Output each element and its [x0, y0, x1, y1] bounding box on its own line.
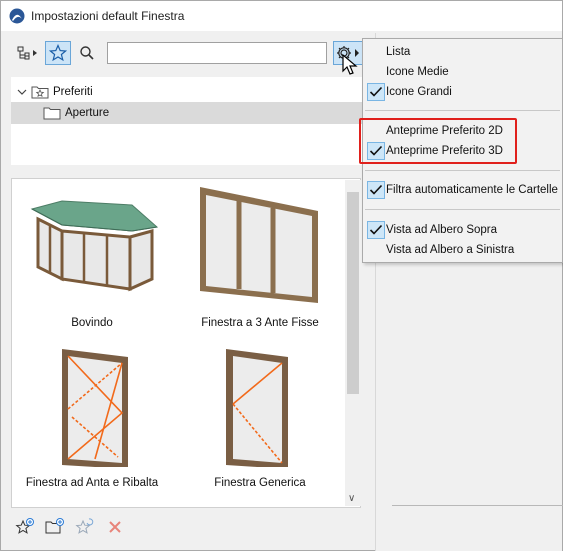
tree-view-button[interactable]	[13, 41, 43, 65]
triple-fixed-window-thumbnail	[200, 187, 318, 303]
favorite-item-label: Finestra a 3 Ante Fisse	[201, 317, 319, 329]
window-title: Impostazioni default Finestra	[31, 9, 185, 23]
menu-item-albero-sopra[interactable]: Vista ad Albero Sopra	[363, 220, 562, 240]
highlight-annotation	[359, 118, 517, 164]
checkmark-icon	[367, 83, 385, 101]
tree-item-aperture[interactable]: Aperture	[11, 102, 363, 124]
menu-item-icone-medie[interactable]: Icone Medie	[363, 62, 562, 82]
menu-item-lista[interactable]: Lista	[363, 42, 562, 62]
favorite-item-finestra-anta-ribalta[interactable]: Finestra ad Anta e Ribalta	[12, 347, 172, 507]
archicad-logo-icon	[9, 8, 25, 24]
delete-button[interactable]	[105, 517, 125, 537]
mouse-cursor-icon	[342, 53, 358, 75]
settings-window: Impostazioni default Finestra Preferiti …	[0, 0, 563, 551]
menu-item-label: Lista	[386, 46, 411, 58]
tree-structure-icon	[17, 46, 37, 60]
tilt-turn-window-thumbnail	[62, 349, 128, 467]
star-folder-icon	[31, 86, 49, 99]
chevron-down-icon[interactable]	[17, 87, 27, 97]
bottom-toolbar	[15, 515, 135, 541]
favorite-item-bovindo[interactable]: Bovindo	[12, 179, 172, 339]
menu-item-filtra-cartelle[interactable]: Filtra automaticamente le Cartelle	[363, 180, 562, 200]
menu-item-label: Icone Grandi	[386, 86, 452, 98]
folder-icon	[43, 107, 61, 120]
menu-item-label: Icone Medie	[386, 66, 449, 78]
favorite-item-finestra-3-ante-fisse[interactable]: Finestra a 3 Ante Fisse	[180, 179, 340, 339]
refresh-star-icon	[75, 518, 94, 534]
favorites-grid: Bovindo Finestra a 3 Ante Fisse Finestra…	[11, 178, 361, 508]
menu-item-label: Filtra automaticamente le Cartelle	[386, 184, 558, 196]
add-star-icon	[15, 518, 34, 534]
add-folder-icon	[45, 518, 64, 534]
divider	[392, 505, 563, 506]
tree-item-preferiti[interactable]: Preferiti	[11, 81, 363, 103]
menu-item-icone-grandi[interactable]: Icone Grandi	[363, 82, 562, 102]
update-favorite-button[interactable]	[75, 517, 95, 537]
menu-item-label: Vista ad Albero Sopra	[386, 224, 498, 236]
title-bar: Impostazioni default Finestra	[1, 1, 562, 31]
generic-window-thumbnail	[226, 349, 288, 467]
checkmark-icon	[367, 181, 385, 199]
add-favorite-button[interactable]	[15, 517, 35, 537]
menu-separator	[365, 170, 560, 171]
scroll-down-icon[interactable]: ∨	[348, 493, 355, 504]
menu-separator	[365, 209, 560, 210]
grid-scrollbar[interactable]: ∨	[345, 180, 361, 506]
favorite-item-label: Bovindo	[71, 317, 113, 329]
bay-window-thumbnail	[30, 200, 159, 292]
search-icon	[80, 46, 94, 60]
favorites-button[interactable]	[45, 41, 71, 65]
toolbar	[11, 39, 371, 67]
menu-separator	[365, 110, 560, 111]
menu-item-label: Vista ad Albero a Sinistra	[386, 244, 515, 256]
search-input[interactable]	[107, 42, 327, 64]
favorite-item-finestra-generica[interactable]: Finestra Generica	[180, 347, 340, 507]
folder-tree: Preferiti Aperture	[11, 77, 363, 165]
add-folder-button[interactable]	[45, 517, 65, 537]
star-icon	[49, 44, 67, 62]
menu-item-albero-sinistra[interactable]: Vista ad Albero a Sinistra	[363, 240, 562, 260]
tree-item-label: Aperture	[65, 107, 110, 119]
search-button[interactable]	[75, 41, 99, 65]
favorite-item-label: Finestra ad Anta e Ribalta	[25, 477, 159, 489]
scrollbar-thumb[interactable]	[347, 192, 359, 394]
close-icon	[109, 521, 121, 533]
favorite-item-label: Finestra Generica	[214, 477, 306, 489]
tree-item-label: Preferiti	[53, 86, 93, 98]
checkmark-icon	[367, 221, 385, 239]
